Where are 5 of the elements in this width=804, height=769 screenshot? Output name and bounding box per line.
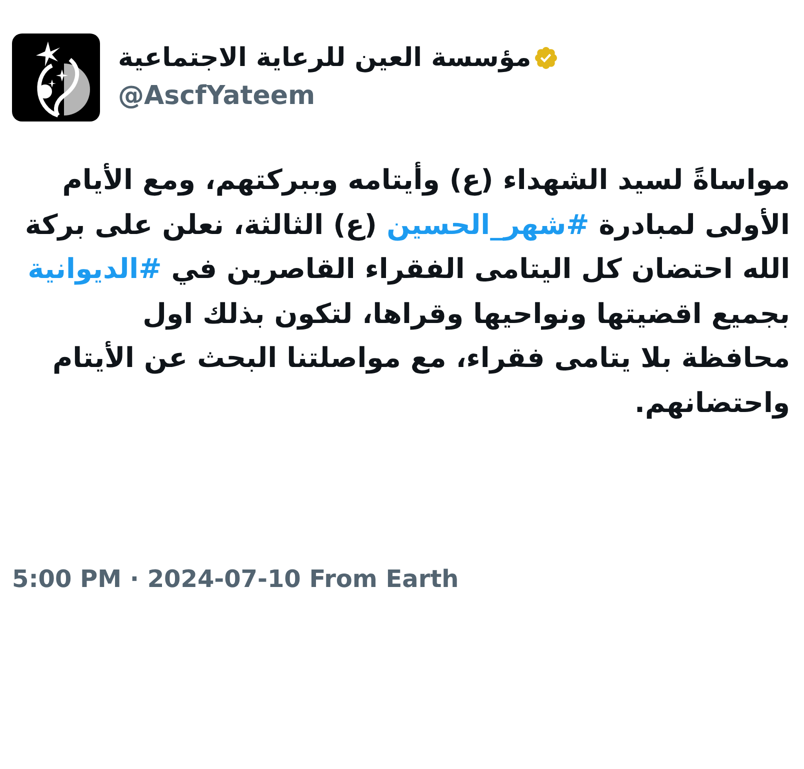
account-name[interactable]: مؤسسة العين للرعاية الاجتماعية (118, 42, 532, 74)
account-handle[interactable]: @AscfYateem (118, 80, 558, 112)
post-timestamp: 5:00 PM · 2024-07-10 From Earth (12, 564, 459, 594)
logo-icon (12, 33, 100, 122)
post-text: مواساةً لسيد الشهداء (ع) وأيتامه وببركتهم، ومع الأيام الأولى لمبادرة #شهر_الحسين (ع) الثالثة، نعلن على بركة الله احتضان كل اليتامى الفقراء القاصرين في #الديوانية بجميع اقضيتها ونواحيها وقراها، لتكون بذلك اول محافظة بلا يتامى فقراء، مع مواصلتنا البحث عن الأيتام واحتضانهم. (12, 158, 792, 425)
